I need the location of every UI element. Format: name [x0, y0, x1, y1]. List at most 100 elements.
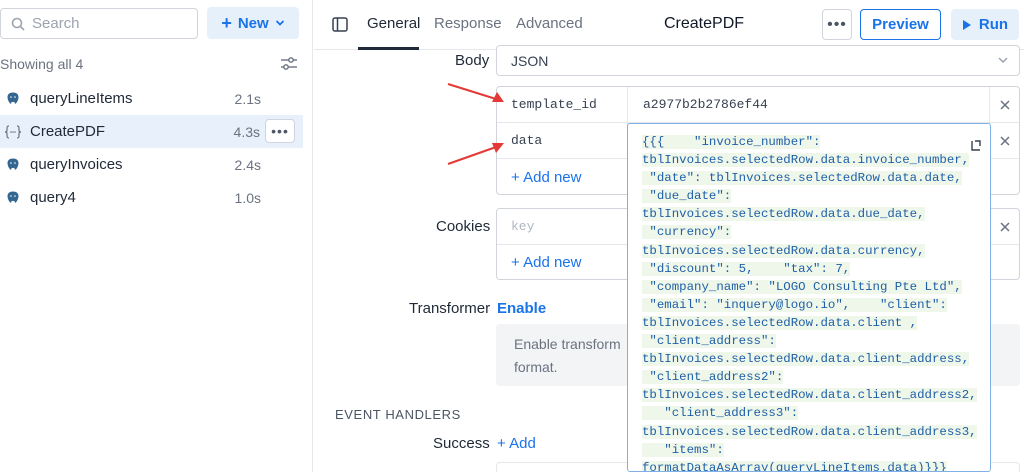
- query-name: CreatePDF: [30, 123, 106, 140]
- toggle-sidebar-icon[interactable]: [332, 17, 348, 32]
- cookies-label: Cookies: [436, 218, 491, 235]
- code-line-text: tblInvoices.selectedRow.data.due_date,: [642, 207, 925, 222]
- postgres-icon: [4, 156, 22, 174]
- add-success-handler-button[interactable]: + Add: [497, 435, 536, 452]
- cookie-key-input[interactable]: key: [511, 219, 534, 234]
- tab-general[interactable]: General: [367, 15, 420, 32]
- chevron-down-icon: [998, 57, 1008, 64]
- query-runtime: 2.1s: [234, 90, 261, 107]
- add-cookie-button[interactable]: + Add new: [511, 254, 581, 271]
- code-line: tblInvoices.selectedRow.data.client ,: [642, 314, 977, 332]
- annotation-arrow: [447, 143, 504, 165]
- code-line-text: "company_name": "LOGO Consulting Pte Ltd…: [642, 279, 962, 294]
- postgres-icon: [4, 90, 22, 108]
- code-line-text: tblInvoices.selectedRow.data.invoice_num…: [642, 153, 970, 168]
- param-row: template_id a2977b2b2786ef44: [497, 87, 1019, 123]
- code-line: "currency":: [642, 223, 977, 241]
- add-param-button[interactable]: + Add new: [511, 169, 581, 186]
- code-line: "email": "inquery@logo.io", "client":: [642, 296, 977, 314]
- code-line-text: "items":: [642, 442, 724, 457]
- code-line-text: "discount": 5, "tax": 7,: [642, 261, 851, 276]
- param-value[interactable]: a2977b2b2786ef44: [643, 97, 768, 112]
- code-line: tblInvoices.selectedRow.data.client_addr…: [642, 350, 977, 368]
- code-line: "due_date":: [642, 187, 977, 205]
- code-line-text: tblInvoices.selectedRow.data.client_addr…: [642, 388, 977, 403]
- data-value-code-editor[interactable]: {{{ "invoice_number": tblInvoices.selecte…: [627, 123, 991, 472]
- code-line: "company_name": "LOGO Consulting Pte Ltd…: [642, 278, 977, 296]
- body-type-value: JSON: [511, 53, 549, 69]
- expand-editor-icon[interactable]: [968, 138, 984, 154]
- query-runtime: 2.4s: [234, 156, 261, 173]
- query-count-text: Showing all 4: [0, 56, 84, 72]
- transformer-hint-text: Enable transform: [514, 336, 621, 352]
- plus-icon: +: [221, 12, 232, 33]
- tab-advanced[interactable]: Advanced: [516, 15, 583, 32]
- query-name: queryInvoices: [30, 156, 123, 173]
- js-code-icon: [4, 123, 22, 141]
- play-icon: [962, 19, 971, 30]
- transformer-hint-text: format.: [514, 359, 558, 375]
- enable-transformer-link[interactable]: Enable: [497, 300, 546, 317]
- column-divider: [627, 87, 628, 123]
- code-line-text: "date": tblInvoices.selectedRow.data.dat…: [642, 171, 962, 186]
- more-options-button[interactable]: •••: [822, 9, 852, 40]
- preview-button[interactable]: Preview: [860, 9, 941, 40]
- query-sidebar: Search + New Showing all 4 queryLineItem…: [0, 0, 313, 472]
- success-label: Success: [433, 435, 490, 452]
- code-line: formatDataAsArray(queryLineItems.data)}}…: [642, 459, 977, 471]
- param-key[interactable]: template_id: [511, 97, 597, 112]
- remove-param-button[interactable]: [989, 87, 1019, 123]
- query-item-querylineitems[interactable]: queryLineItems 2.1s: [0, 82, 313, 115]
- query-runtime: 4.3s: [233, 123, 260, 140]
- code-line: {{{ "invoice_number":: [642, 133, 977, 151]
- code-line-text: "client_address3":: [642, 406, 799, 421]
- postgres-icon: [4, 189, 22, 207]
- param-key[interactable]: data: [511, 133, 542, 148]
- query-more-button[interactable]: •••: [265, 119, 295, 143]
- search-input[interactable]: Search: [0, 8, 198, 39]
- close-icon: [999, 100, 1010, 110]
- query-item-createpdf[interactable]: CreatePDF 4.3s •••: [0, 115, 303, 148]
- chevron-down-icon: [275, 20, 284, 26]
- tab-response[interactable]: Response: [434, 15, 502, 32]
- search-icon: [11, 17, 25, 31]
- code-line: tblInvoices.selectedRow.data.client_addr…: [642, 386, 977, 404]
- event-handlers-header: EVENT HANDLERS: [335, 407, 461, 422]
- query-name: queryLineItems: [30, 90, 133, 107]
- body-label: Body: [455, 52, 490, 69]
- new-query-button[interactable]: + New: [207, 7, 299, 39]
- code-line-text: "email": "inquery@logo.io", "client":: [642, 297, 947, 312]
- remove-cookie-button[interactable]: [989, 209, 1019, 245]
- run-button[interactable]: Run: [951, 9, 1019, 40]
- code-line-text: {{{ "invoice_number":: [642, 135, 821, 149]
- code-line-text: tblInvoices.selectedRow.data.client_addr…: [642, 352, 970, 367]
- code-line: "date": tblInvoices.selectedRow.data.dat…: [642, 169, 977, 187]
- code-line: tblInvoices.selectedRow.data.client_addr…: [642, 423, 977, 441]
- query-item-query4[interactable]: query4 1.0s: [0, 181, 313, 214]
- remove-param-button[interactable]: [989, 123, 1019, 159]
- code-line: tblInvoices.selectedRow.data.due_date,: [642, 205, 977, 223]
- code-content[interactable]: {{{ "invoice_number": tblInvoices.selecte…: [642, 133, 977, 471]
- code-line-text: "client_address":: [642, 334, 776, 349]
- run-button-label: Run: [978, 16, 1009, 33]
- query-item-queryinvoices[interactable]: queryInvoices 2.4s: [0, 148, 313, 181]
- filter-settings-icon[interactable]: [280, 56, 298, 72]
- code-line-text: tblInvoices.selectedRow.data.client ,: [642, 315, 918, 330]
- code-line-text: "currency":: [642, 225, 732, 240]
- code-line-text: tblInvoices.selectedRow.data.client_addr…: [642, 424, 977, 439]
- query-runtime: 1.0s: [234, 189, 261, 206]
- active-tab-indicator: [358, 47, 419, 50]
- code-line: tblInvoices.selectedRow.data.invoice_num…: [642, 151, 977, 169]
- code-line: tblInvoices.selectedRow.data.currency,: [642, 242, 977, 260]
- code-line-text: "client_address2":: [642, 370, 784, 385]
- code-line-text: tblInvoices.selectedRow.data.currency,: [642, 243, 925, 258]
- query-list: queryLineItems 2.1s CreatePDF 4.3s ••• q…: [0, 82, 313, 214]
- transformer-label: Transformer: [409, 300, 491, 317]
- code-line: "items":: [642, 441, 977, 459]
- code-line: "client_address3":: [642, 404, 977, 422]
- body-type-select[interactable]: JSON: [496, 45, 1020, 76]
- code-line-text: formatDataAsArray(queryLineItems.data)}}…: [642, 460, 947, 471]
- annotation-arrow: [447, 83, 504, 102]
- search-placeholder: Search: [32, 15, 80, 32]
- new-button-label: New: [237, 14, 269, 32]
